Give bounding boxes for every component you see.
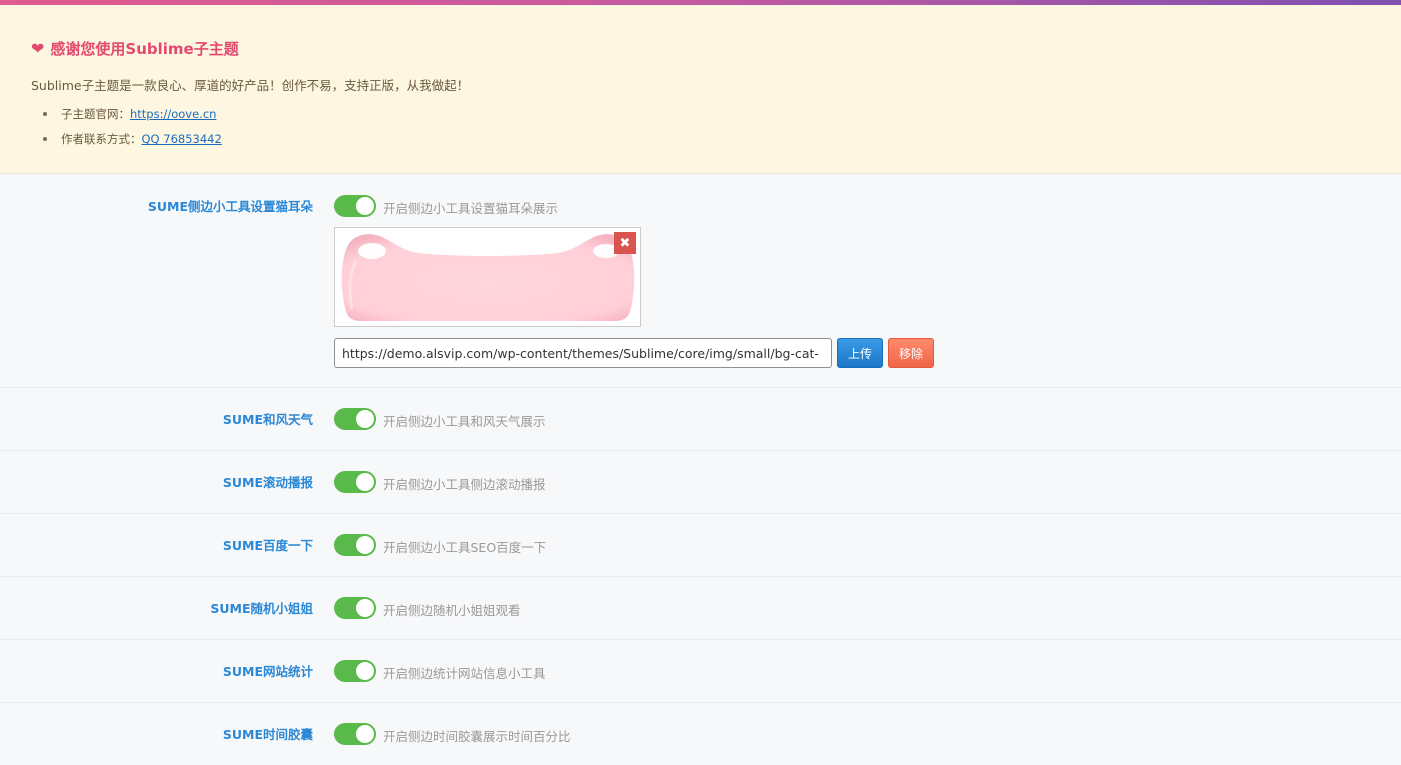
setting-description: 开启侧边时间胶囊展示时间百分比 bbox=[383, 729, 571, 744]
random-girl-toggle[interactable] bbox=[334, 597, 376, 619]
setting-label: SUME时间胶囊 bbox=[222, 727, 313, 742]
setting-label: SUME滚动播报 bbox=[222, 475, 313, 490]
setting-label: SUME和风天气 bbox=[222, 412, 313, 427]
time-capsule-toggle[interactable] bbox=[334, 723, 376, 745]
contact-link[interactable]: QQ 76853442 bbox=[142, 132, 222, 146]
switch-knob bbox=[356, 536, 374, 554]
notice-title-text: 感谢您使用Sublime子主题 bbox=[50, 40, 239, 58]
site-stats-toggle[interactable] bbox=[334, 660, 376, 682]
cat-ears-image bbox=[341, 234, 635, 321]
setting-description: 开启侧边小工具侧边滚动播报 bbox=[383, 477, 546, 492]
setting-description: 开启侧边小工具和风天气展示 bbox=[383, 414, 546, 429]
notice-panel: ❤ 感谢您使用Sublime子主题 Sublime子主题是一款良心、厚道的好产品… bbox=[0, 5, 1401, 174]
website-link[interactable]: https://oove.cn bbox=[130, 107, 216, 121]
setting-description: 开启侧边统计网站信息小工具 bbox=[383, 666, 546, 681]
close-icon[interactable]: ✖ bbox=[614, 232, 636, 254]
setting-row-baidu: SUME百度一下 开启侧边小工具SEO百度一下 bbox=[0, 514, 1401, 577]
weather-toggle[interactable] bbox=[334, 408, 376, 430]
setting-label: SUME百度一下 bbox=[222, 538, 313, 553]
setting-description: 开启侧边小工具设置猫耳朵展示 bbox=[383, 201, 559, 216]
setting-label: SUME随机小姐姐 bbox=[210, 601, 313, 616]
notice-item-label: 子主题官网： bbox=[61, 107, 130, 121]
image-url-input[interactable] bbox=[334, 338, 832, 368]
heart-icon: ❤ bbox=[31, 38, 45, 58]
setting-row-time-capsule: SUME时间胶囊 开启侧边时间胶囊展示时间百分比 bbox=[0, 703, 1401, 765]
setting-label: SUME侧边小工具设置猫耳朵 bbox=[147, 199, 313, 214]
setting-row-weather: SUME和风天气 开启侧边小工具和风天气展示 bbox=[0, 388, 1401, 451]
setting-row-cat-ears: SUME侧边小工具设置猫耳朵 开启侧边小工具设置猫耳朵展示 ✖ 上传 移除 bbox=[0, 175, 1401, 388]
notice-item-label: 作者联系方式： bbox=[61, 132, 142, 146]
switch-knob bbox=[356, 197, 374, 215]
setting-label: SUME网站统计 bbox=[222, 664, 313, 679]
notice-item-website: 子主题官网：https://oove.cn bbox=[43, 106, 222, 131]
setting-row-scroll-broadcast: SUME滚动播报 开启侧边小工具侧边滚动播报 bbox=[0, 451, 1401, 514]
setting-row-random-girl: SUME随机小姐姐 开启侧边随机小姐姐观看 bbox=[0, 577, 1401, 640]
notice-item-contact: 作者联系方式：QQ 76853442 bbox=[43, 131, 222, 156]
setting-row-site-stats: SUME网站统计 开启侧边统计网站信息小工具 bbox=[0, 640, 1401, 703]
cat-ears-toggle[interactable] bbox=[334, 195, 376, 217]
switch-knob bbox=[356, 410, 374, 428]
image-preview: ✖ bbox=[334, 227, 641, 327]
notice-description: Sublime子主题是一款良心、厚道的好产品！创作不易，支持正版，从我做起！ bbox=[31, 78, 470, 93]
upload-button[interactable]: 上传 bbox=[837, 338, 883, 368]
remove-button[interactable]: 移除 bbox=[888, 338, 934, 368]
setting-description: 开启侧边随机小姐姐观看 bbox=[383, 603, 521, 618]
switch-knob bbox=[356, 725, 374, 743]
switch-knob bbox=[356, 599, 374, 617]
switch-knob bbox=[356, 662, 374, 680]
scroll-broadcast-toggle[interactable] bbox=[334, 471, 376, 493]
notice-list: 子主题官网：https://oove.cn 作者联系方式：QQ 76853442 bbox=[43, 106, 222, 156]
notice-title: ❤ 感谢您使用Sublime子主题 bbox=[31, 38, 239, 59]
setting-description: 开启侧边小工具SEO百度一下 bbox=[383, 540, 547, 555]
switch-knob bbox=[356, 473, 374, 491]
baidu-toggle[interactable] bbox=[334, 534, 376, 556]
